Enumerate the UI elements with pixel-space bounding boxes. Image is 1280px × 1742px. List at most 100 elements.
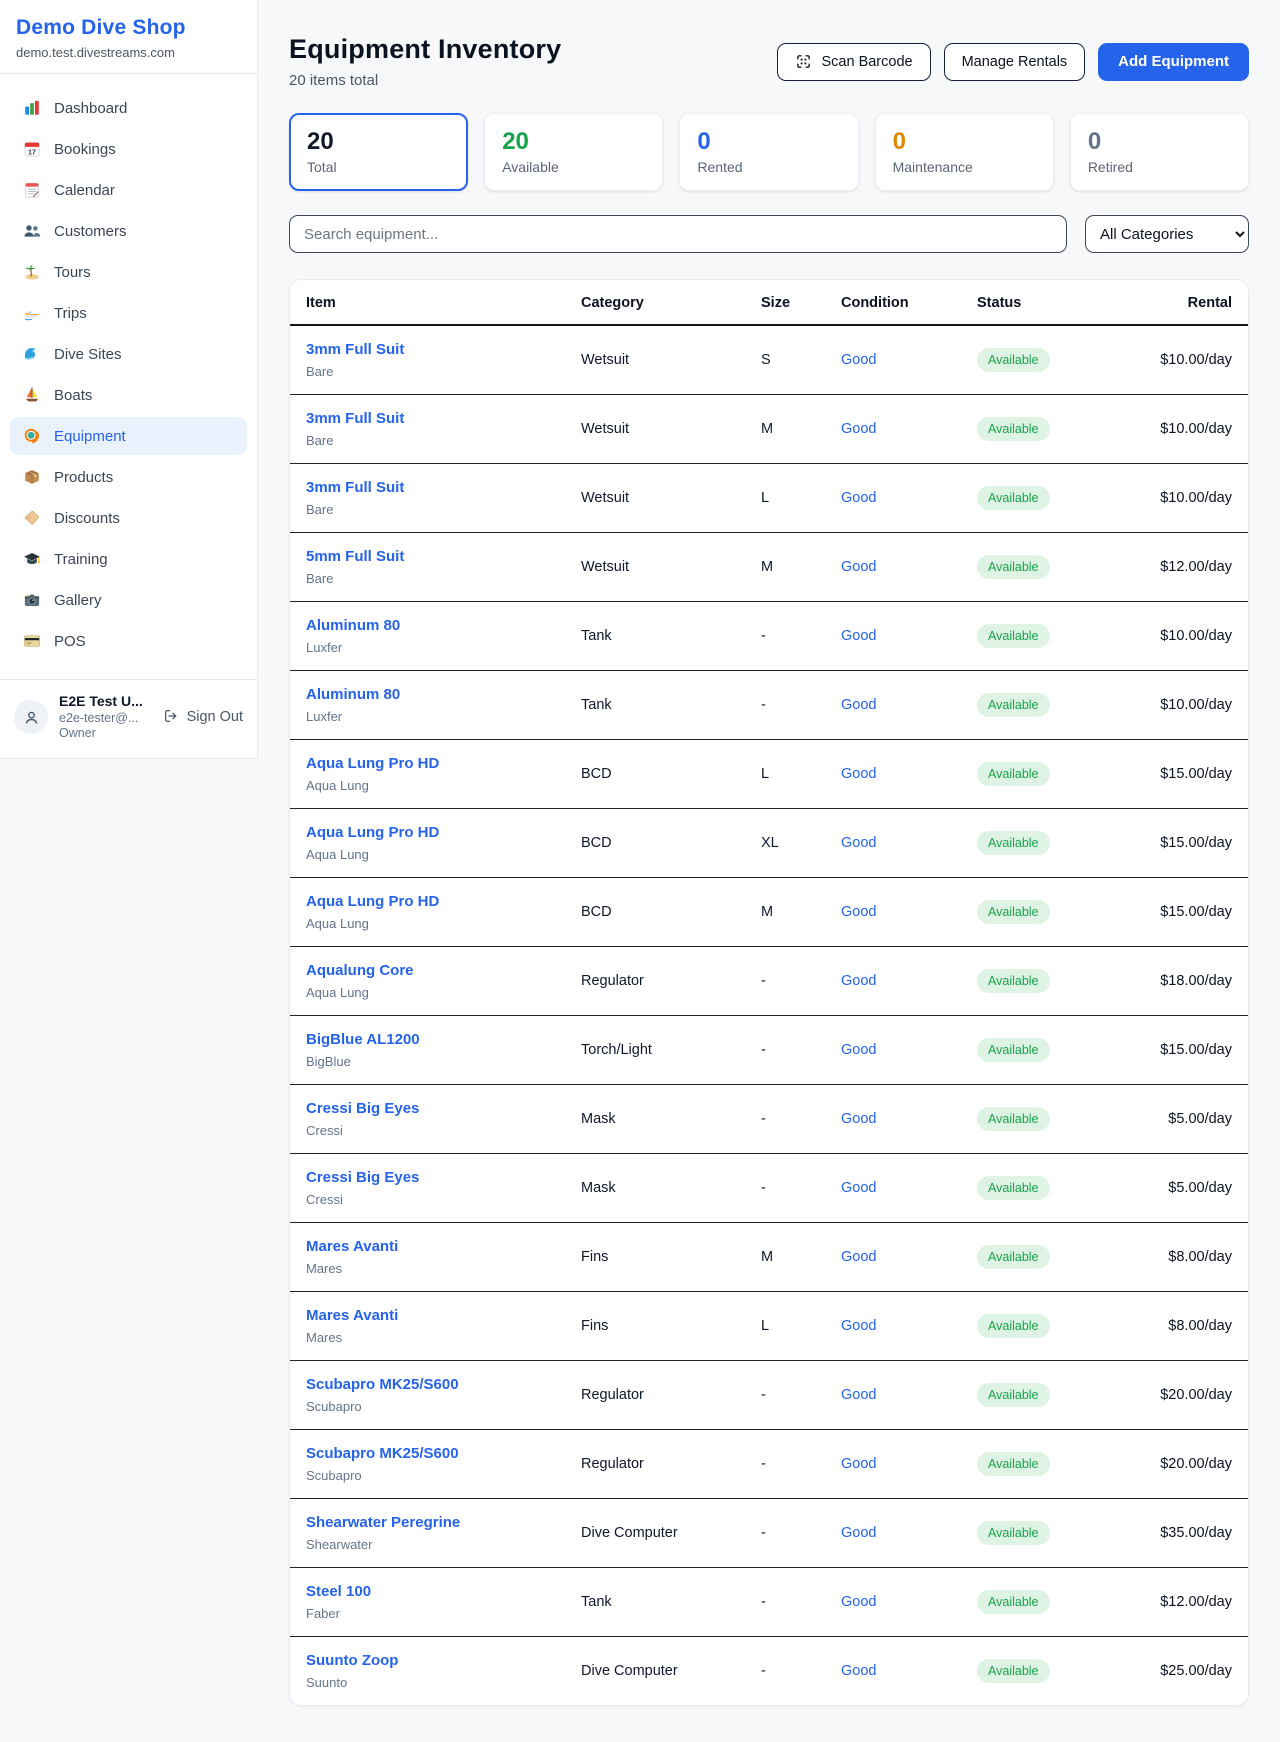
- sign-out-button[interactable]: Sign Out: [163, 708, 243, 726]
- sidebar-item-tours[interactable]: Tours: [10, 253, 247, 291]
- item-name-link[interactable]: 3mm Full Suit: [306, 340, 565, 360]
- stat-card-total[interactable]: 20 Total: [289, 113, 468, 191]
- page-title-block: Equipment Inventory 20 items total: [289, 34, 561, 89]
- stat-card-maintenance[interactable]: 0 Maintenance: [875, 113, 1054, 191]
- condition-link[interactable]: Good: [841, 1180, 876, 1196]
- item-size: -: [753, 1568, 833, 1637]
- item-name-link[interactable]: 3mm Full Suit: [306, 478, 565, 498]
- category-select[interactable]: All Categories: [1085, 215, 1249, 253]
- item-brand: Luxfer: [306, 639, 565, 656]
- item-name-link[interactable]: Shearwater Peregrine: [306, 1513, 565, 1533]
- item-name-link[interactable]: Aqualung Core: [306, 961, 565, 981]
- condition-link[interactable]: Good: [841, 1318, 876, 1334]
- status-badge: Available: [977, 417, 1050, 441]
- condition-link[interactable]: Good: [841, 490, 876, 506]
- item-name-link[interactable]: Aluminum 80: [306, 685, 565, 705]
- item-rental-rate: $15.00/day: [1127, 740, 1248, 809]
- column-header-item: Item: [290, 280, 573, 325]
- item-name-link[interactable]: Cressi Big Eyes: [306, 1168, 565, 1188]
- stat-label: Available: [502, 159, 645, 175]
- sidebar-item-discounts[interactable]: Discounts: [10, 499, 247, 537]
- condition-link[interactable]: Good: [841, 835, 876, 851]
- manage-rentals-button[interactable]: Manage Rentals: [944, 43, 1086, 81]
- condition-link[interactable]: Good: [841, 421, 876, 437]
- sidebar-item-trips[interactable]: Trips: [10, 294, 247, 332]
- item-name-link[interactable]: 3mm Full Suit: [306, 409, 565, 429]
- sidebar-item-equipment[interactable]: Equipment: [10, 417, 247, 455]
- condition-link[interactable]: Good: [841, 1042, 876, 1058]
- condition-link[interactable]: Good: [841, 766, 876, 782]
- condition-link[interactable]: Good: [841, 973, 876, 989]
- table-row: Suunto Zoop Suunto Dive Computer - Good …: [290, 1637, 1248, 1706]
- sidebar-item-dashboard[interactable]: Dashboard: [10, 89, 247, 127]
- sidebar-item-training[interactable]: Training: [10, 540, 247, 578]
- sidebar-item-customers[interactable]: Customers: [10, 212, 247, 250]
- sidebar-item-dive-sites[interactable]: Dive Sites: [10, 335, 247, 373]
- stat-card-rented[interactable]: 0 Rented: [679, 113, 858, 191]
- brand-title[interactable]: Demo Dive Shop: [16, 16, 241, 40]
- users-icon: [23, 222, 41, 240]
- item-rental-rate: $25.00/day: [1127, 1637, 1248, 1706]
- user-role: Owner: [59, 726, 143, 742]
- sidebar-nav: Dashboard 17 Bookings Calendar Customers…: [0, 74, 257, 671]
- item-category: Wetsuit: [573, 533, 753, 602]
- item-name-link[interactable]: Aqua Lung Pro HD: [306, 754, 565, 774]
- table-row: 3mm Full Suit Bare Wetsuit L Good Availa…: [290, 464, 1248, 533]
- status-badge: Available: [977, 831, 1050, 855]
- condition-link[interactable]: Good: [841, 904, 876, 920]
- stat-card-retired[interactable]: 0 Retired: [1070, 113, 1249, 191]
- item-name-link[interactable]: BigBlue AL1200: [306, 1030, 565, 1050]
- condition-link[interactable]: Good: [841, 628, 876, 644]
- item-name-link[interactable]: Steel 100: [306, 1582, 565, 1602]
- sidebar-item-products[interactable]: Products: [10, 458, 247, 496]
- sidebar-item-bookings[interactable]: 17 Bookings: [10, 130, 247, 168]
- item-rental-rate: $20.00/day: [1127, 1361, 1248, 1430]
- condition-link[interactable]: Good: [841, 1525, 876, 1541]
- condition-link[interactable]: Good: [841, 1249, 876, 1265]
- stat-label: Maintenance: [893, 159, 1036, 175]
- item-rental-rate: $5.00/day: [1127, 1085, 1248, 1154]
- item-name-link[interactable]: Cressi Big Eyes: [306, 1099, 565, 1119]
- item-name-link[interactable]: 5mm Full Suit: [306, 547, 565, 567]
- sidebar-item-boats[interactable]: Boats: [10, 376, 247, 414]
- condition-link[interactable]: Good: [841, 1111, 876, 1127]
- item-category: Tank: [573, 1568, 753, 1637]
- item-size: -: [753, 1499, 833, 1568]
- condition-link[interactable]: Good: [841, 559, 876, 575]
- table-row: Aluminum 80 Luxfer Tank - Good Available…: [290, 671, 1248, 740]
- condition-link[interactable]: Good: [841, 697, 876, 713]
- table-row: Scubapro MK25/S600 Scubapro Regulator - …: [290, 1430, 1248, 1499]
- sailboat-icon: [23, 386, 41, 404]
- item-rental-rate: $12.00/day: [1127, 1568, 1248, 1637]
- condition-link[interactable]: Good: [841, 1387, 876, 1403]
- stat-card-available[interactable]: 20 Available: [484, 113, 663, 191]
- scan-barcode-label: Scan Barcode: [821, 54, 912, 70]
- item-name-link[interactable]: Scubapro MK25/S600: [306, 1444, 565, 1464]
- stat-label: Retired: [1088, 159, 1231, 175]
- condition-link[interactable]: Good: [841, 1594, 876, 1610]
- sidebar-item-gallery[interactable]: Gallery: [10, 581, 247, 619]
- item-name-link[interactable]: Mares Avanti: [306, 1237, 565, 1257]
- item-category: Tank: [573, 671, 753, 740]
- item-rental-rate: $12.00/day: [1127, 533, 1248, 602]
- scan-barcode-button[interactable]: Scan Barcode: [777, 43, 930, 81]
- item-size: L: [753, 464, 833, 533]
- sidebar-item-pos[interactable]: POS: [10, 622, 247, 660]
- sidebar-item-calendar[interactable]: Calendar: [10, 171, 247, 209]
- item-name-link[interactable]: Aluminum 80: [306, 616, 565, 636]
- table-row: Aqua Lung Pro HD Aqua Lung BCD XL Good A…: [290, 809, 1248, 878]
- item-name-link[interactable]: Aqua Lung Pro HD: [306, 823, 565, 843]
- item-name-link[interactable]: Mares Avanti: [306, 1306, 565, 1326]
- condition-link[interactable]: Good: [841, 1663, 876, 1679]
- condition-link[interactable]: Good: [841, 1456, 876, 1472]
- condition-link[interactable]: Good: [841, 352, 876, 368]
- sidebar-item-label: Calendar: [54, 182, 115, 199]
- item-name-link[interactable]: Scubapro MK25/S600: [306, 1375, 565, 1395]
- item-brand: Aqua Lung: [306, 777, 565, 794]
- sidebar-item-label: Tours: [54, 264, 91, 281]
- add-equipment-button[interactable]: Add Equipment: [1098, 43, 1249, 81]
- item-name-link[interactable]: Aqua Lung Pro HD: [306, 892, 565, 912]
- item-name-link[interactable]: Suunto Zoop: [306, 1651, 565, 1671]
- stat-label: Total: [307, 159, 450, 175]
- search-input[interactable]: [289, 215, 1067, 253]
